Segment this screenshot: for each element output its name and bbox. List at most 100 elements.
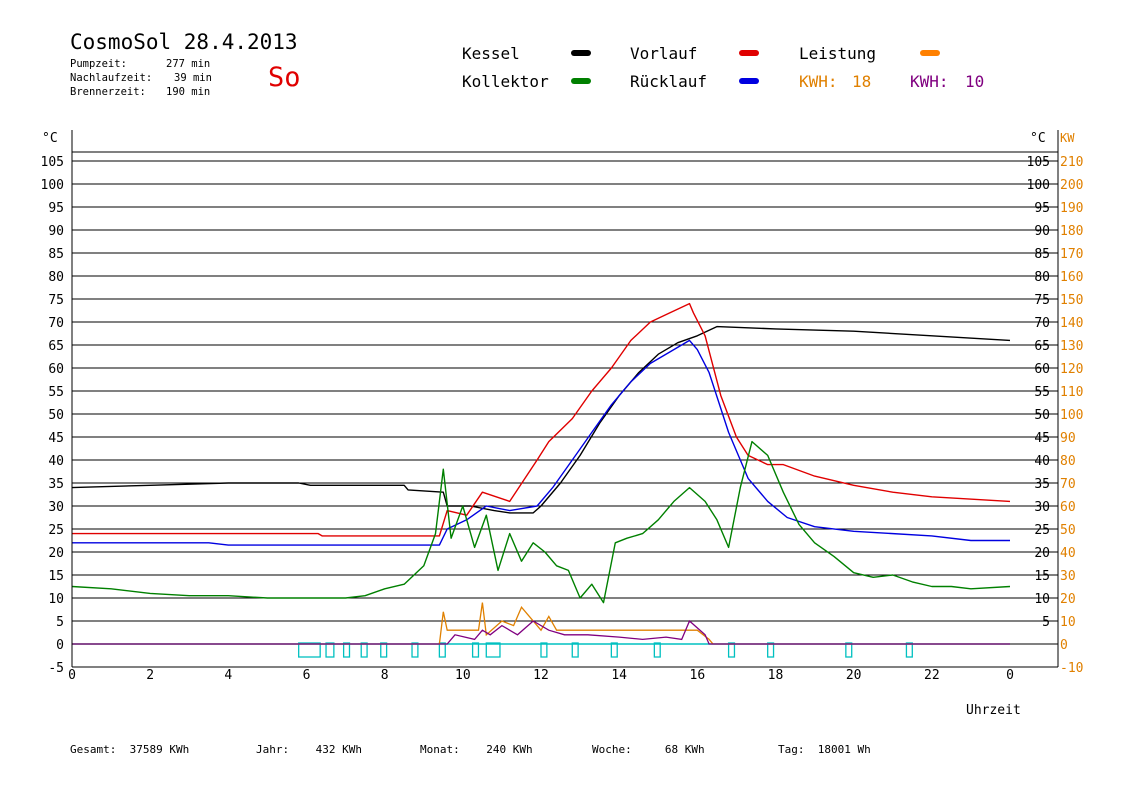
y-tick-left: 50 (48, 408, 64, 423)
pump-interval (411, 642, 419, 658)
pump-interval (325, 642, 335, 658)
pump-interval (905, 642, 913, 658)
x-tick: 12 (533, 668, 549, 683)
y-tick-right-temp: 90 (1034, 224, 1050, 239)
grid-layer (72, 151, 1058, 668)
y-tick-left: 5 (56, 615, 64, 630)
y-tick-right-temp: 35 (1034, 477, 1050, 492)
total-gesamt: Gesamt: 37589 KWh (70, 743, 190, 756)
y-tick-right-power: 20 (1060, 592, 1076, 607)
pump-interval (653, 642, 661, 658)
y-tick-right-power: 130 (1060, 339, 1083, 354)
y-axis-left-unit: °C (42, 131, 58, 146)
y-tick-right-temp: 75 (1034, 293, 1050, 308)
x-tick: 4 (224, 668, 232, 683)
series-line (71, 325, 1011, 514)
x-tick: 20 (846, 668, 862, 683)
y-tick-right-temp: 105 (1027, 155, 1050, 170)
y-tick-right-power: 0 (1060, 638, 1068, 653)
y-tick-right-power: 40 (1060, 546, 1076, 561)
y-tick-right-power: -10 (1060, 661, 1083, 676)
pump-interval (471, 642, 480, 658)
pump-interval (298, 642, 321, 658)
y-tick-left: 75 (48, 293, 64, 308)
y-tick-right-power: 90 (1060, 431, 1076, 446)
y-tick-right-temp: 25 (1034, 523, 1050, 538)
axis-layer: 1051009590858075706560555045403530252015… (41, 130, 1083, 683)
y-axis-right-power-unit: KW (1060, 131, 1075, 145)
y-tick-left: 90 (48, 224, 64, 239)
y-tick-right-temp: 85 (1034, 247, 1050, 262)
y-tick-right-temp: 30 (1034, 500, 1050, 515)
y-tick-right-temp: 15 (1034, 569, 1050, 584)
pump-intervals-layer (72, 642, 1010, 658)
pump-interval (438, 642, 446, 658)
x-tick: 0 (68, 668, 76, 683)
x-tick: 2 (146, 668, 154, 683)
y-tick-right-temp: 40 (1034, 454, 1050, 469)
y-tick-left: 95 (48, 201, 64, 216)
y-tick-right-power: 140 (1060, 316, 1083, 331)
y-tick-left: 105 (41, 155, 64, 170)
y-tick-left: 35 (48, 477, 64, 492)
y-tick-right-power: 60 (1060, 500, 1076, 515)
x-tick: 16 (690, 668, 706, 683)
pump-interval (360, 642, 368, 658)
pump-interval (380, 642, 388, 658)
x-tick: 0 (1006, 668, 1014, 683)
y-tick-right-power: 120 (1060, 362, 1083, 377)
y-tick-left: 60 (48, 362, 64, 377)
x-tick: 18 (768, 668, 784, 683)
x-tick: 8 (381, 668, 389, 683)
pump-interval (342, 642, 351, 658)
pump-interval (845, 642, 853, 658)
y-tick-left: 100 (41, 178, 64, 193)
pump-interval (727, 642, 736, 658)
power-series-line (72, 602, 1010, 645)
y-tick-right-power: 190 (1060, 201, 1083, 216)
y-tick-right-temp: 5 (1042, 615, 1050, 630)
y-tick-left: 0 (56, 638, 64, 653)
total-tag: Tag: 18001 Wh (778, 743, 871, 756)
y-tick-right-power: 30 (1060, 569, 1076, 584)
pump-interval (571, 642, 579, 658)
y-tick-left: 65 (48, 339, 64, 354)
y-axis-right-temp-unit: °C (1030, 131, 1046, 146)
x-tick: 10 (455, 668, 471, 683)
y-tick-right-temp: 55 (1034, 385, 1050, 400)
total-monat: Monat: 240 KWh (420, 743, 533, 756)
y-tick-right-temp: 50 (1034, 408, 1050, 423)
pump-interval (610, 642, 618, 658)
pump-interval (540, 642, 548, 658)
y-tick-right-power: 70 (1060, 477, 1076, 492)
power-series-line (72, 619, 1010, 645)
pump-interval (767, 642, 775, 658)
y-tick-right-power: 110 (1060, 385, 1083, 400)
total-woche: Woche: 68 KWh (592, 743, 705, 756)
y-tick-right-power: 160 (1060, 270, 1083, 285)
y-tick-right-temp: 80 (1034, 270, 1050, 285)
y-tick-left: 55 (48, 385, 64, 400)
y-tick-right-temp: 95 (1034, 201, 1050, 216)
y-tick-left: -5 (48, 661, 64, 676)
series-line (71, 440, 1011, 604)
y-tick-left: 80 (48, 270, 64, 285)
y-tick-right-power: 80 (1060, 454, 1076, 469)
x-tick: 14 (611, 668, 627, 683)
y-tick-right-temp: 45 (1034, 431, 1050, 446)
y-tick-left: 45 (48, 431, 64, 446)
y-tick-right-temp: 100 (1027, 178, 1050, 193)
y-tick-right-power: 210 (1060, 155, 1083, 170)
y-tick-right-power: 170 (1060, 247, 1083, 262)
pump-interval (485, 642, 501, 658)
x-tick: 22 (924, 668, 940, 683)
temperature-chart: 1051009590858075706560555045403530252015… (41, 130, 1083, 718)
series-line (72, 339, 1010, 546)
y-tick-right-power: 150 (1060, 293, 1083, 308)
y-tick-left: 15 (48, 569, 64, 584)
y-tick-left: 85 (48, 247, 64, 262)
y-tick-left: 30 (48, 500, 64, 515)
total-jahr: Jahr: 432 KWh (256, 743, 362, 756)
temperature-series-layer (71, 302, 1011, 604)
y-tick-right-power: 180 (1060, 224, 1083, 239)
